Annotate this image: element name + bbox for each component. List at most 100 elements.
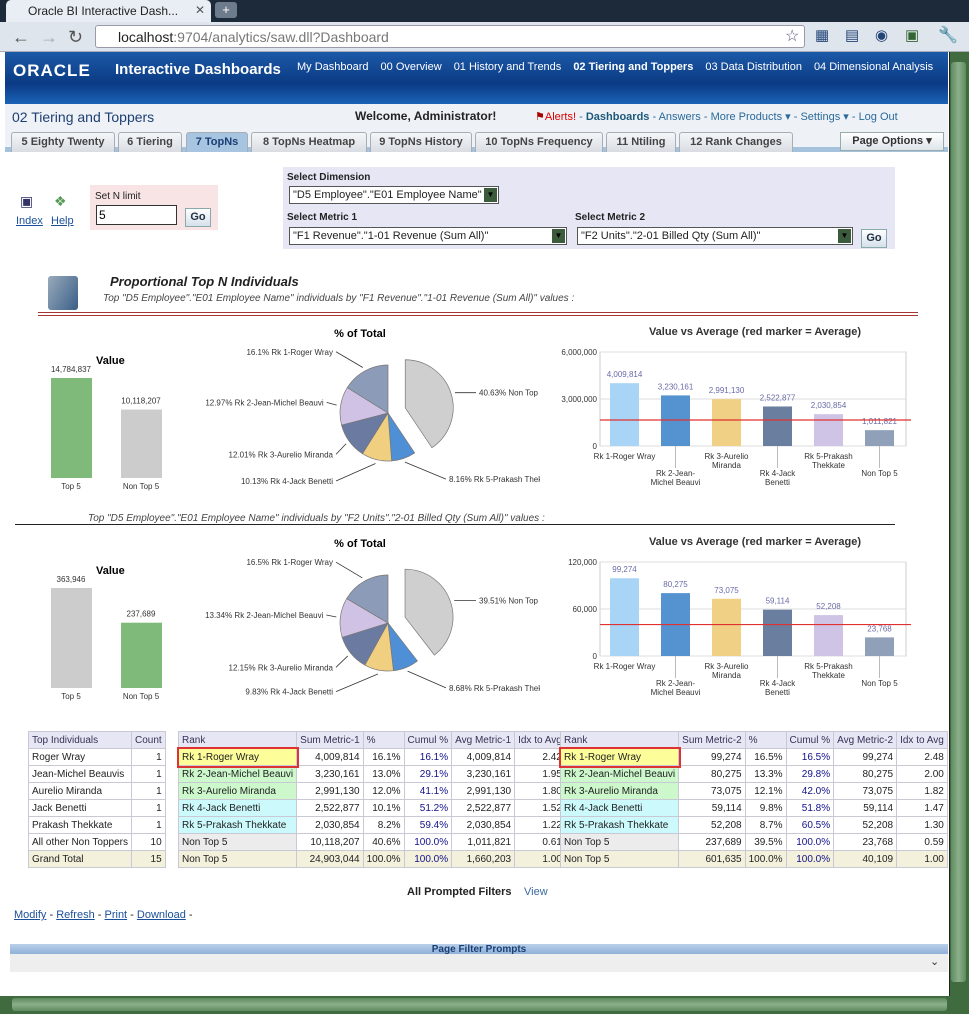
nav-distribution[interactable]: 03 Data Distribution: [705, 61, 802, 73]
table-cell: 51.8%: [785, 799, 835, 817]
help-icon[interactable]: ❖: [54, 193, 67, 210]
table-cell: Jack Benetti: [28, 799, 132, 817]
close-tab-icon[interactable]: ✕: [195, 3, 205, 17]
index-icon[interactable]: ▣: [20, 193, 33, 210]
horizontal-scroll-thumb[interactable]: [12, 998, 947, 1011]
data-label: 2,991,130: [709, 386, 745, 395]
category-label: Rk 5-Prakash Thekkate: [804, 452, 852, 470]
ie-tab-icon[interactable]: ◉: [875, 26, 888, 44]
n-limit-label: Set N limit: [95, 191, 141, 202]
tab-topns[interactable]: 7 TopNs: [186, 132, 248, 152]
prompted-filters-label: All Prompted Filters: [407, 886, 512, 898]
table-cell: All other Non Toppers: [28, 833, 132, 851]
table-cell: 40.6%: [362, 833, 405, 851]
metrics-go-button[interactable]: Go: [861, 229, 887, 248]
tab-topns-frequency[interactable]: 10 TopNs Frequency: [475, 132, 603, 152]
dashboards-link[interactable]: Dashboards: [586, 111, 650, 123]
dimension-select[interactable]: "D5 Employee"."E01 Employee Name" ▼: [289, 186, 499, 204]
table-cell: 1,011,821: [451, 833, 516, 851]
table-cell: 4,009,814: [296, 748, 364, 766]
table-cell: 59,114: [833, 799, 898, 817]
welcome-text: Welcome, Administrator!: [355, 109, 497, 123]
tab-rank-changes[interactable]: 12 Rank Changes: [679, 132, 793, 152]
slice-label: 8.16% Rk 5-Prakash Thekkate: [449, 475, 540, 484]
table-row: Rk 3-Aurelio Miranda 73,075 12.1% 42.0% 73,0…: [559, 782, 948, 800]
page-filter-prompts-bar[interactable]: Page Filter Prompts: [10, 944, 948, 955]
category-label: Rk 1-Roger Wray: [594, 452, 656, 461]
extension-icon-2[interactable]: ▣: [905, 26, 919, 44]
leader-line: [335, 443, 347, 455]
category-label: Top 5: [61, 692, 81, 701]
table-cell: 9.8%: [744, 799, 787, 817]
column-header: Avg Metric-2: [833, 731, 898, 749]
column-header: Sum Metric-2: [678, 731, 746, 749]
wrench-icon[interactable]: 🔧: [938, 25, 958, 45]
bar: [661, 395, 690, 446]
modify-link[interactable]: Modify: [14, 909, 46, 921]
forward-icon[interactable]: →: [40, 27, 58, 48]
table-row: Rk 5-Prakash Thekkate 52,208 8.7% 60.5% 52,2…: [559, 816, 948, 834]
table-cell: Rk 3-Aurelio Miranda: [177, 782, 298, 800]
expand-icon[interactable]: ⌄: [930, 955, 939, 968]
address-bar[interactable]: localhost:9704/analytics/saw.dll?Dashboa…: [95, 25, 805, 48]
table-cell: 237,689: [678, 833, 746, 851]
table-row: Prakash Thekkate 1: [28, 816, 166, 834]
pie-slice: [404, 568, 454, 656]
new-tab-button[interactable]: +: [215, 2, 237, 18]
table-cell: 0.59: [896, 833, 948, 851]
tab-topns-heatmap[interactable]: 8 TopNs Heatmap: [251, 132, 367, 152]
leader-line: [404, 461, 447, 480]
filters-view-link[interactable]: View: [524, 886, 548, 898]
top-individuals-table: Top Individuals Count Roger Wray 1 Jean-Mich…: [28, 731, 166, 868]
nav-my-dashboard[interactable]: My Dashboard: [297, 61, 369, 73]
n-limit-input[interactable]: [96, 205, 177, 225]
nav-history[interactable]: 01 History and Trends: [454, 61, 562, 73]
answers-link[interactable]: Answers: [659, 111, 701, 123]
nav-tiering[interactable]: 02 Tiering and Toppers: [573, 61, 693, 73]
back-icon[interactable]: ←: [12, 27, 30, 48]
tab-topns-history[interactable]: 9 TopNs History: [370, 132, 472, 152]
tab-eighty-twenty[interactable]: 5 Eighty Twenty: [11, 132, 115, 152]
tab-ntiling[interactable]: 11 Ntiling: [606, 132, 676, 152]
metric2-select[interactable]: "F2 Units"."2-01 Billed Qty (Sum All)" ▼: [577, 227, 853, 245]
browser-tab[interactable]: Oracle BI Interactive Dash... ✕: [6, 0, 211, 22]
vertical-scroll-thumb[interactable]: [951, 62, 966, 982]
tab-tiering[interactable]: 6 Tiering: [118, 132, 182, 152]
table-cell: 100.0%: [403, 850, 453, 868]
table-cell: 2,522,877: [451, 799, 516, 817]
reload-icon[interactable]: ↻: [68, 27, 83, 48]
category-label: Non Top 5: [861, 469, 898, 478]
metric1-select[interactable]: "F1 Revenue"."1-01 Revenue (Sum All)" ▼: [289, 227, 567, 245]
more-products-link[interactable]: More Products: [711, 111, 783, 123]
chart-title: Value vs Average (red marker = Average): [649, 536, 861, 548]
index-link[interactable]: Index: [16, 215, 43, 227]
alerts-link[interactable]: Alerts!: [545, 111, 576, 123]
pie-slice: [387, 411, 416, 462]
bar: [712, 598, 741, 656]
table-cell: Non Top 5: [177, 850, 298, 868]
table-total-row: Non Top 5 601,635 100.0% 100.0% 40,109 1.00: [559, 850, 948, 868]
translate-icon[interactable]: ▦: [815, 26, 829, 44]
print-link[interactable]: Print: [105, 909, 128, 921]
page-title: 02 Tiering and Toppers: [12, 109, 155, 125]
section-divider-2: [15, 524, 895, 525]
star-icon[interactable]: ☆: [785, 26, 799, 46]
slice-label: 39.51% Non Top 5: [479, 596, 540, 605]
table-cell: 59,114: [678, 799, 746, 817]
settings-link[interactable]: Settings: [800, 111, 840, 123]
table-cell: Rk 4-Jack Benetti: [177, 799, 298, 817]
logout-link[interactable]: Log Out: [859, 111, 898, 123]
n-limit-go-button[interactable]: Go: [185, 208, 211, 227]
nav-overview[interactable]: 00 Overview: [381, 61, 442, 73]
refresh-link[interactable]: Refresh: [56, 909, 95, 921]
help-link[interactable]: Help: [51, 215, 74, 227]
table-cell: 1.82: [896, 782, 948, 800]
chevron-down-icon: ▼: [484, 188, 497, 202]
download-link[interactable]: Download: [137, 909, 186, 921]
extension-icon[interactable]: ▤: [845, 26, 859, 44]
table-row: Jack Benetti 1: [28, 799, 166, 817]
page-options-button[interactable]: Page Options ▾: [840, 132, 944, 151]
nav-dimensional[interactable]: 04 Dimensional Analysis: [814, 61, 933, 73]
leader-line: [335, 655, 349, 668]
table-cell: 16.5%: [785, 748, 835, 766]
